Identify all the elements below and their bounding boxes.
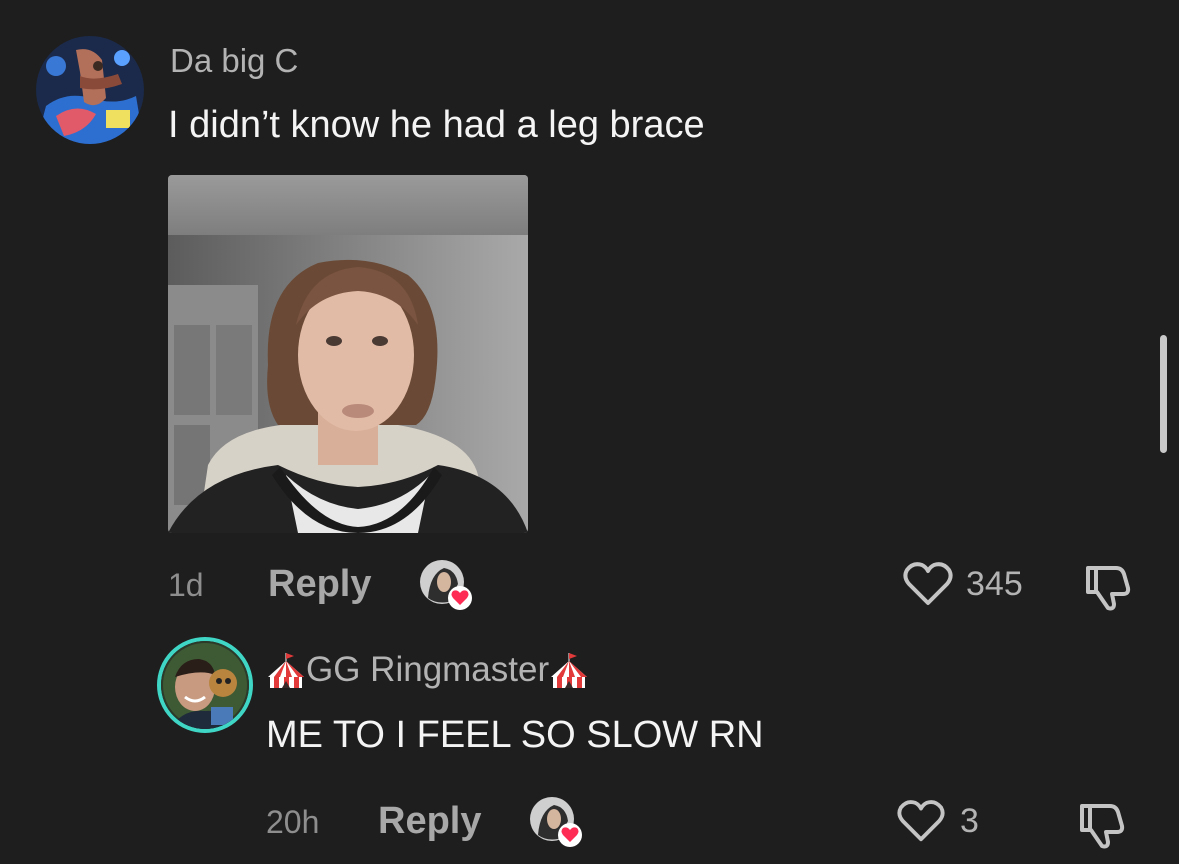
- like-count: 3: [960, 802, 979, 840]
- heart-outline-icon[interactable]: [896, 798, 946, 844]
- reply-text: ME TO I FEEL SO SLOW RN: [266, 714, 764, 756]
- reply-timestamp: 20h: [266, 804, 320, 840]
- scrollbar[interactable]: [1160, 335, 1167, 453]
- circus-tent-icon: [549, 651, 589, 689]
- reply-button[interactable]: Reply: [268, 563, 371, 606]
- creator-liked-badge: [528, 795, 582, 849]
- dislike-icon[interactable]: [1082, 560, 1134, 612]
- like-count: 345: [966, 565, 1023, 603]
- comment-timestamp: 1d: [168, 567, 204, 603]
- creator-liked-badge: [418, 558, 472, 612]
- heart-outline-icon[interactable]: [902, 560, 954, 608]
- commenter-avatar[interactable]: [36, 36, 144, 144]
- comment-text: I didn’t know he had a leg brace: [168, 104, 705, 146]
- heart-icon: [558, 823, 582, 847]
- reply-button[interactable]: Reply: [378, 800, 481, 843]
- reply-username[interactable]: GG Ringmaster: [306, 650, 549, 690]
- circus-tent-icon: [266, 651, 306, 689]
- reply-username-row[interactable]: GG Ringmaster: [266, 650, 589, 690]
- reply-avatar[interactable]: [157, 637, 253, 733]
- comment-username[interactable]: Da big C: [170, 42, 298, 80]
- heart-icon: [448, 586, 472, 610]
- comment-image[interactable]: [168, 175, 528, 533]
- dislike-icon[interactable]: [1076, 798, 1128, 850]
